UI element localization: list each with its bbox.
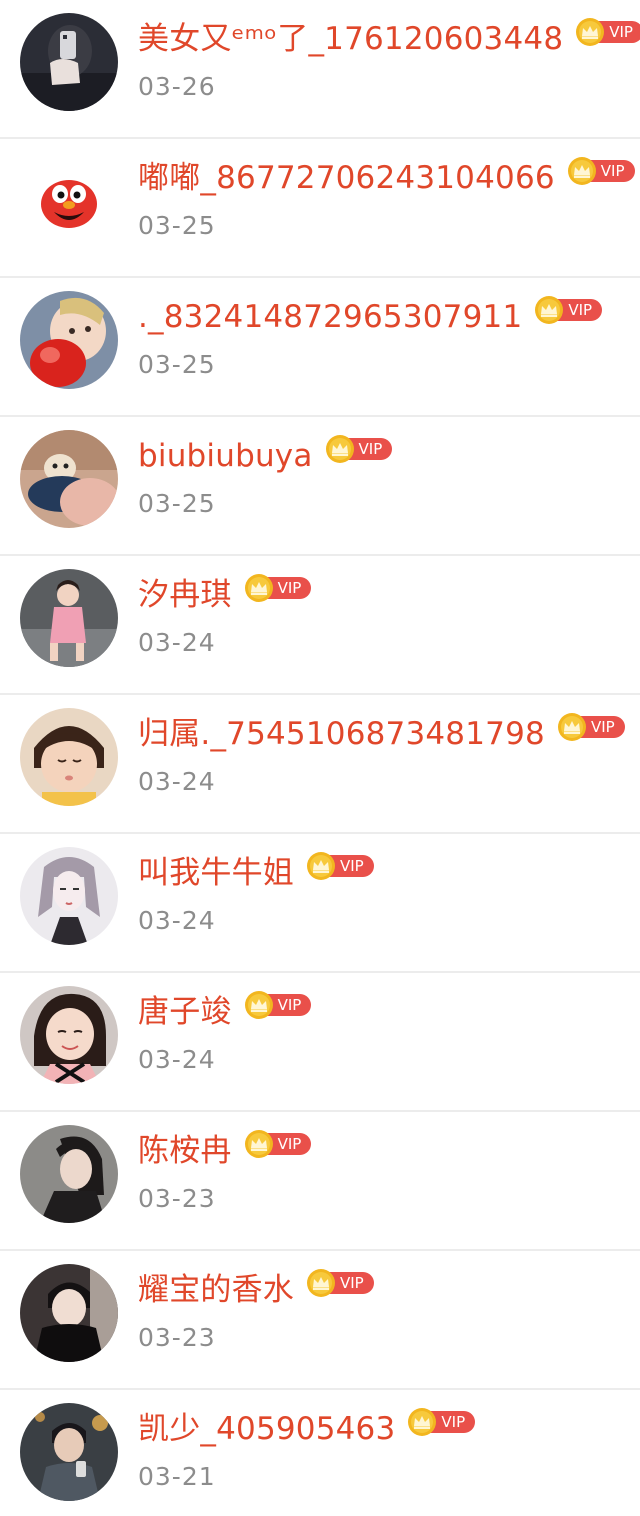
username[interactable]: 耀宝的香水 xyxy=(138,1267,294,1313)
avatar[interactable] xyxy=(20,1125,118,1223)
name-line: 耀宝的香水 VIP xyxy=(138,1267,374,1313)
follow-date: 03-24 xyxy=(138,628,216,657)
avatar[interactable] xyxy=(20,291,118,389)
list-item[interactable]: 嘟嘟_86772706243104066 VIP 03-25 xyxy=(0,139,640,278)
follow-date: 03-24 xyxy=(138,767,216,796)
name-line: 凯少_405905463 VIP xyxy=(138,1406,476,1452)
list-item[interactable]: biubiubuya VIP 03-25 xyxy=(0,417,640,556)
avatar[interactable] xyxy=(20,1403,118,1501)
username[interactable]: 叫我牛牛姐 xyxy=(138,850,294,896)
list-item[interactable]: 耀宝的香水 VIP 03-23 xyxy=(0,1251,640,1390)
name-line: 归属._7545106873481798 VIP xyxy=(138,711,625,757)
vip-badge: VIP xyxy=(325,435,393,463)
follow-date: 03-24 xyxy=(138,1045,216,1074)
avatar-image xyxy=(20,13,118,111)
vip-badge: VIP xyxy=(407,1408,476,1436)
vip-badge: VIP xyxy=(557,713,625,741)
username[interactable]: 汐冉琪 xyxy=(138,572,232,618)
vip-badge: VIP xyxy=(534,296,603,324)
vip-badge: VIP xyxy=(244,574,312,602)
avatar[interactable] xyxy=(20,708,118,806)
name-line: 陈桉冉 VIP xyxy=(138,1128,312,1174)
name-line: biubiubuya VIP xyxy=(138,433,393,479)
list-item[interactable]: 叫我牛牛姐 VIP 03-24 xyxy=(0,834,640,973)
vip-badge: VIP xyxy=(306,1269,374,1297)
username[interactable]: biubiubuya xyxy=(138,433,313,479)
avatar-image xyxy=(20,430,118,528)
list-item[interactable]: 唐子竣 VIP 03-24 xyxy=(0,973,640,1112)
crown-icon xyxy=(557,713,586,741)
avatar-image xyxy=(20,152,118,250)
avatar[interactable] xyxy=(20,569,118,667)
avatar[interactable] xyxy=(20,986,118,1084)
crown-icon xyxy=(408,1408,437,1436)
list-item[interactable]: 归属._7545106873481798 VIP 03-24 xyxy=(0,695,640,834)
avatar-image xyxy=(20,1125,118,1223)
avatar[interactable] xyxy=(20,847,118,945)
username[interactable]: 唐子竣 xyxy=(138,989,232,1035)
avatar[interactable] xyxy=(20,13,118,111)
crown-icon xyxy=(244,1130,273,1158)
username[interactable]: 陈桉冉 xyxy=(138,1128,232,1174)
crown-icon xyxy=(307,1269,335,1297)
vip-badge: VIP xyxy=(244,991,312,1019)
follow-date: 03-24 xyxy=(138,906,216,935)
list-item[interactable]: 陈桉冉 VIP 03-23 xyxy=(0,1112,640,1251)
avatar-image xyxy=(20,847,118,945)
name-line: ._832414872965307911 VIP xyxy=(138,294,603,340)
follow-date: 03-25 xyxy=(138,211,216,240)
avatar-image xyxy=(20,708,118,806)
username[interactable]: 美女又ᵉᵐᵒ了_176120603448 xyxy=(138,16,563,62)
list-item[interactable]: 凯少_405905463 VIP 03-21 xyxy=(0,1390,640,1514)
avatar-image xyxy=(20,1403,118,1501)
list-item[interactable]: ._832414872965307911 VIP 03-25 xyxy=(0,278,640,417)
avatar-image xyxy=(20,1264,118,1362)
username[interactable]: 嘟嘟_86772706243104066 xyxy=(138,155,555,201)
avatar-image xyxy=(20,569,118,667)
crown-icon xyxy=(567,157,596,185)
crown-icon xyxy=(244,574,273,602)
username[interactable]: 归属._7545106873481798 xyxy=(138,711,545,757)
list-item[interactable]: 汐冉琪 VIP 03-24 xyxy=(0,556,640,695)
fan-list: 美女又ᵉᵐᵒ了_176120603448 VIP 03-26 嘟嘟_867727… xyxy=(0,0,640,1514)
vip-badge: VIP xyxy=(567,157,635,185)
crown-icon xyxy=(576,18,605,46)
name-line: 唐子竣 VIP xyxy=(138,989,312,1035)
crown-icon xyxy=(307,852,335,880)
username[interactable]: 凯少_405905463 xyxy=(138,1406,395,1452)
follow-date: 03-25 xyxy=(138,350,216,379)
username[interactable]: ._832414872965307911 xyxy=(138,294,522,340)
avatar-image xyxy=(20,291,118,389)
vip-badge: VIP xyxy=(306,852,374,880)
follow-date: 03-26 xyxy=(138,72,216,101)
list-item[interactable]: 美女又ᵉᵐᵒ了_176120603448 VIP 03-26 xyxy=(0,0,640,139)
avatar[interactable] xyxy=(20,1264,118,1362)
follow-date: 03-21 xyxy=(138,1462,216,1491)
crown-icon xyxy=(244,991,273,1019)
crown-icon xyxy=(535,296,564,324)
name-line: 美女又ᵉᵐᵒ了_176120603448 VIP xyxy=(138,16,640,62)
vip-badge: VIP xyxy=(575,18,640,46)
vip-badge: VIP xyxy=(244,1130,312,1158)
crown-icon xyxy=(325,435,354,463)
follow-date: 03-23 xyxy=(138,1323,216,1352)
follow-date: 03-23 xyxy=(138,1184,216,1213)
name-line: 汐冉琪 VIP xyxy=(138,572,312,618)
name-line: 嘟嘟_86772706243104066 VIP xyxy=(138,155,635,201)
name-line: 叫我牛牛姐 VIP xyxy=(138,850,374,896)
avatar-image xyxy=(20,986,118,1084)
avatar[interactable] xyxy=(20,430,118,528)
avatar[interactable] xyxy=(20,152,118,250)
follow-date: 03-25 xyxy=(138,489,216,518)
